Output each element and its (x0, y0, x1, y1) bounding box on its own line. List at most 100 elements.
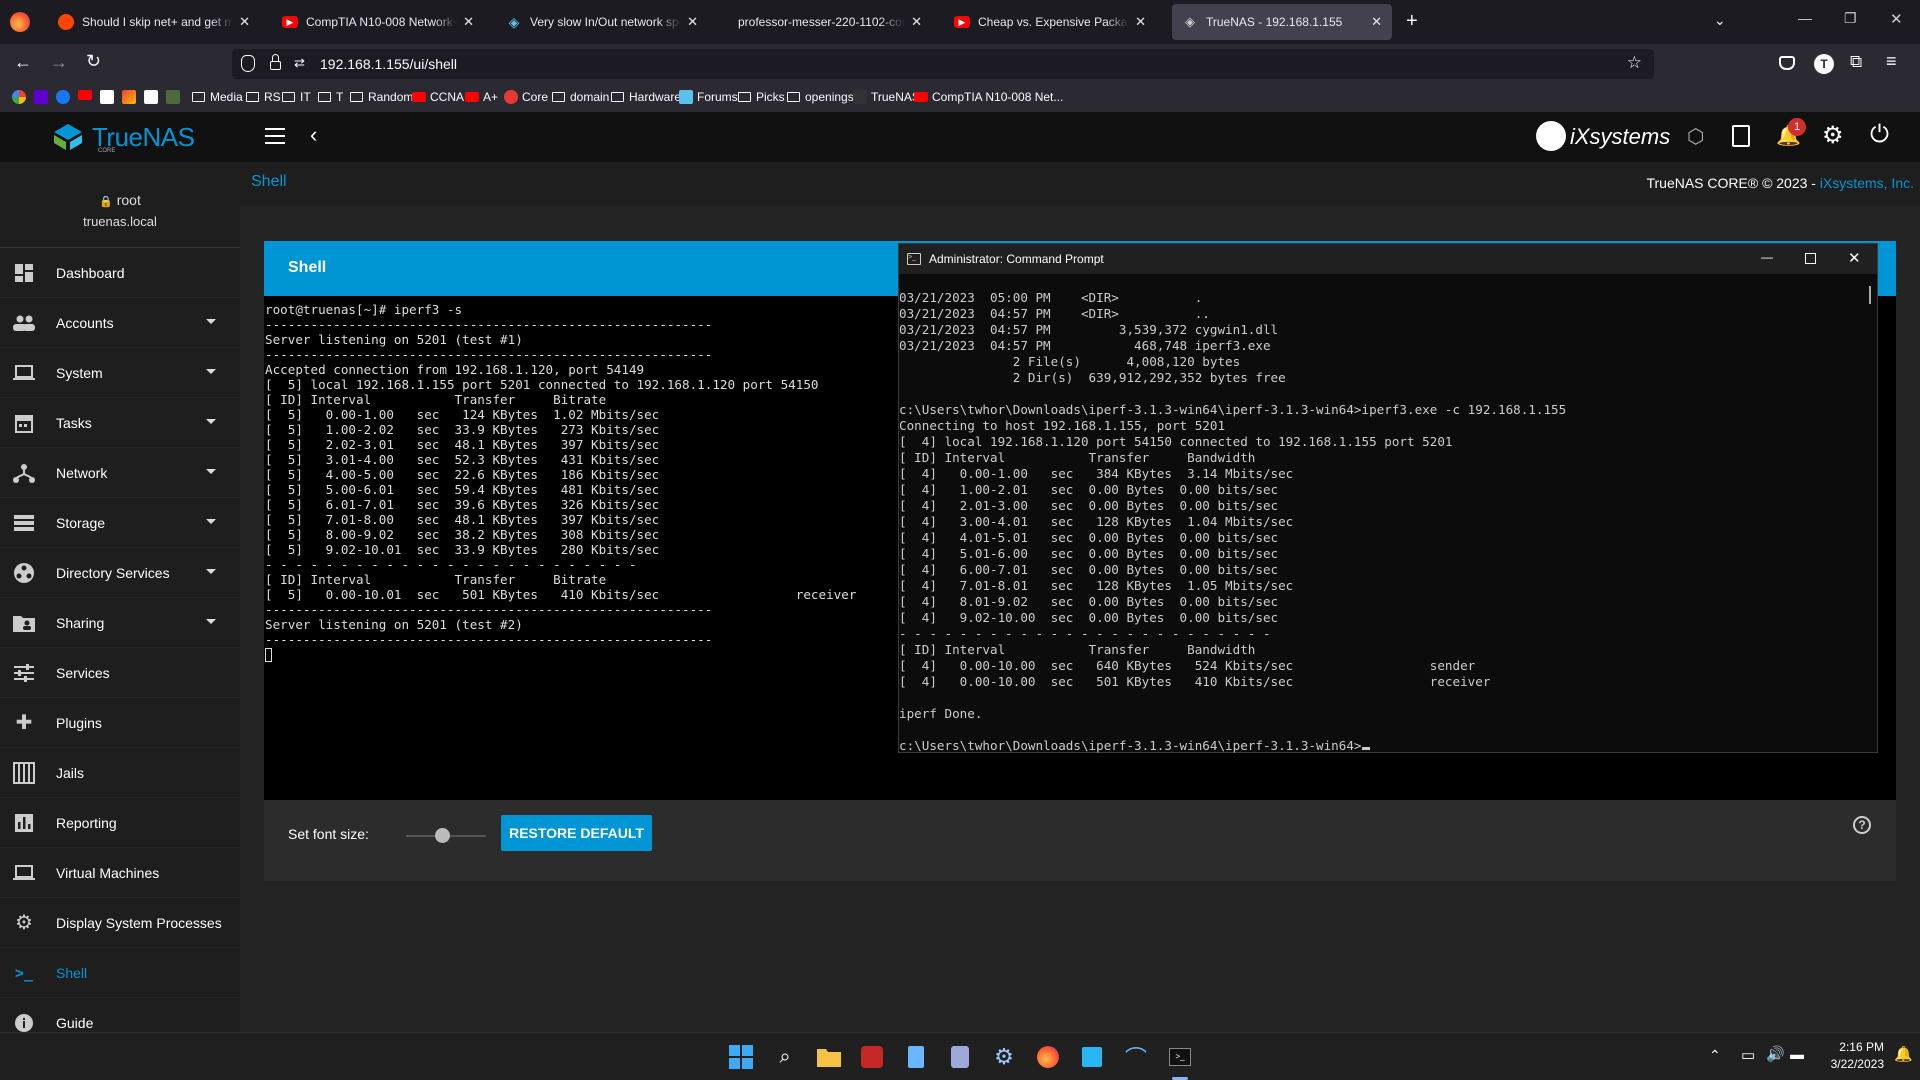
task-manager-icon[interactable] (1732, 125, 1750, 147)
bookmark-star-icon[interactable]: ☆ (1627, 53, 1642, 73)
cmd-scrollbar[interactable] (1865, 274, 1877, 752)
font-size-slider-thumb[interactable] (435, 828, 450, 843)
list-all-tabs-icon[interactable]: ⌄ (1714, 12, 1726, 29)
search-icon[interactable]: ⌕ (771, 1043, 799, 1071)
restore-default-button[interactable]: RESTORE DEFAULT (501, 815, 652, 851)
sidebar-item-accounts[interactable]: Accounts (0, 298, 240, 348)
tracking-protection-icon[interactable] (241, 55, 255, 72)
url-text[interactable]: 192.168.1.155/ui/shell (320, 56, 457, 72)
clock-date[interactable]: 3/22/2023 (1808, 1057, 1884, 1071)
minimize-window-icon[interactable]: — (1798, 10, 1812, 26)
collapse-chevron-icon[interactable]: ‹ (310, 122, 317, 148)
tab-truenas[interactable]: ◈ TrueNAS - 192.168.1.155 ✕ (1172, 4, 1392, 40)
tab-close-icon[interactable]: ✕ (1135, 14, 1146, 30)
bookmark-v[interactable] (144, 90, 162, 104)
tab-youtube-cheap[interactable]: ▶ Cheap vs. Expensive Packaged ✕ (944, 4, 1156, 40)
tab-close-icon[interactable]: ✕ (911, 14, 922, 30)
bookmark-figure[interactable] (166, 90, 184, 104)
sidebar-item-shell[interactable]: >_ Shell (0, 948, 240, 998)
battery-icon[interactable]: ▬ (1790, 1046, 1804, 1062)
power-icon[interactable]: ⏻ (1870, 121, 1889, 149)
bookmark-folder-t[interactable]: T (318, 90, 343, 104)
sidebar-item-dashboard[interactable]: Dashboard (0, 248, 240, 298)
close-window-icon[interactable]: ✕ (1890, 10, 1903, 28)
reload-icon[interactable]: ↻ (86, 51, 101, 72)
cmd-scrollbar-thumb[interactable] (1869, 286, 1871, 304)
sidebar-item-sharing[interactable]: Sharing (0, 598, 240, 648)
tab-truenas-forum[interactable]: ◈ Very slow In/Out network speed ✕ (496, 4, 708, 40)
cmd-titlebar[interactable]: >_ Administrator: Command Prompt — ✕ (899, 244, 1877, 274)
bookmark-youtube[interactable] (78, 90, 96, 100)
bookmark-folder-openings[interactable]: openings (787, 90, 854, 104)
notification-center-icon[interactable]: 🔔 (1894, 1045, 1913, 1063)
bookmark-gmail[interactable] (122, 90, 140, 104)
network-tray-icon[interactable]: ▭ (1741, 1046, 1755, 1064)
bookmark-yahoo[interactable] (34, 90, 52, 104)
breadcrumb[interactable]: Shell (251, 173, 287, 191)
sidebar-item-tasks[interactable]: Tasks (0, 398, 240, 448)
firefox-menu-icon[interactable] (10, 12, 30, 32)
tab-close-icon[interactable]: ✕ (1371, 14, 1382, 30)
address-bar[interactable]: ⇄ 192.168.1.155/ui/shell ☆ (232, 49, 1654, 79)
terminal-taskbar-icon[interactable]: >_ (1166, 1043, 1194, 1071)
bookmark-facebook[interactable] (56, 90, 74, 104)
back-icon[interactable]: ← (14, 52, 32, 73)
tab-close-icon[interactable]: ✕ (239, 14, 250, 30)
sidebar-item-system[interactable]: System (0, 348, 240, 398)
media-app-icon[interactable] (858, 1043, 886, 1071)
sidebar-item-services[interactable]: Services (0, 648, 240, 698)
restore-window-icon[interactable]: ❐ (1844, 10, 1857, 27)
tab-youtube-comptia[interactable]: ▶ CompTIA N10-008 Network+ Tr ✕ (272, 4, 484, 40)
cmd-minimize-icon[interactable]: — (1761, 250, 1773, 264)
sidenav-toggle-icon[interactable] (265, 128, 285, 144)
bookmark-google[interactable] (12, 90, 30, 104)
hamburger-menu-icon[interactable]: ≡ (1886, 51, 1897, 72)
bookmark-forums[interactable]: Forums (679, 90, 738, 104)
font-size-slider[interactable] (406, 828, 486, 843)
bookmark-folder-random[interactable]: Random (350, 90, 413, 104)
sidebar-item-reporting[interactable]: Reporting (0, 798, 240, 848)
extensions-icon[interactable]: ⧉ (1850, 52, 1862, 72)
calculator-icon[interactable] (946, 1043, 974, 1071)
cmd-maximize-icon[interactable] (1805, 253, 1816, 264)
tray-overflow-icon[interactable]: ⌃ (1709, 1047, 1721, 1064)
bookmark-core[interactable]: Core (504, 90, 548, 104)
bookmark-folder-domain[interactable]: domain (552, 90, 609, 104)
sidebar-item-plugins[interactable]: ✚ Plugins (0, 698, 240, 748)
file-explorer-icon[interactable] (815, 1043, 843, 1071)
sidebar-item-directory-services[interactable]: Directory Services (0, 548, 240, 598)
tab-close-icon[interactable]: ✕ (463, 14, 474, 30)
sidebar-item-storage[interactable]: Storage (0, 498, 240, 548)
volume-icon[interactable]: 🔊 (1766, 1045, 1785, 1063)
settings-gear-icon[interactable]: ⚙ (1822, 121, 1844, 150)
permissions-icon[interactable]: ⇄ (294, 55, 305, 71)
bookmark-folder-hardware[interactable]: Hardware (611, 90, 681, 104)
ixsystems-logo-icon[interactable] (1536, 121, 1566, 151)
settings-icon[interactable]: ⚙ (990, 1043, 1018, 1071)
bookmark-ccna[interactable]: CCNA (412, 90, 464, 104)
command-prompt-window[interactable]: >_ Administrator: Command Prompt — ✕ 03/… (898, 243, 1878, 753)
help-icon[interactable]: ? (1853, 816, 1871, 834)
lock-icon[interactable] (270, 61, 281, 70)
sidebar-item-jails[interactable]: Jails (0, 748, 240, 798)
bookmark-truenas[interactable]: TrueNAS (853, 90, 920, 104)
bookmark-folder-media[interactable]: Media (192, 90, 243, 104)
store-icon[interactable] (1078, 1043, 1106, 1071)
ixsystems-link[interactable]: iXsystems, Inc. (1820, 175, 1914, 191)
bookmark-folder-it[interactable]: IT (282, 90, 311, 104)
bookmark-folder-picks[interactable]: Picks (738, 90, 785, 104)
tab-close-icon[interactable]: ✕ (687, 14, 698, 30)
truecommand-icon[interactable]: ⬡ (1687, 124, 1704, 149)
clock-time[interactable]: 2:16 PM (1820, 1040, 1884, 1054)
new-tab-icon[interactable]: + (1406, 10, 1418, 33)
notepad-icon[interactable] (902, 1043, 930, 1071)
bookmark-comptia[interactable]: CompTIA N10-008 Net... (914, 90, 1063, 104)
tab-reddit[interactable]: Should I skip net+ and get my ✕ (48, 4, 260, 40)
sidebar-item-display-system-processes[interactable]: ⚙ Display System Processes (0, 898, 240, 948)
sidebar-item-virtual-machines[interactable]: Virtual Machines (0, 848, 240, 898)
firefox-taskbar-icon[interactable] (1034, 1043, 1062, 1071)
cmd-console[interactable]: 03/21/2023 05:00 PM <DIR> . 03/21/2023 04… (899, 290, 1859, 753)
pocket-icon[interactable] (1779, 56, 1795, 70)
start-button[interactable] (727, 1043, 755, 1071)
bookmark-aplus[interactable]: A+ (465, 90, 498, 104)
